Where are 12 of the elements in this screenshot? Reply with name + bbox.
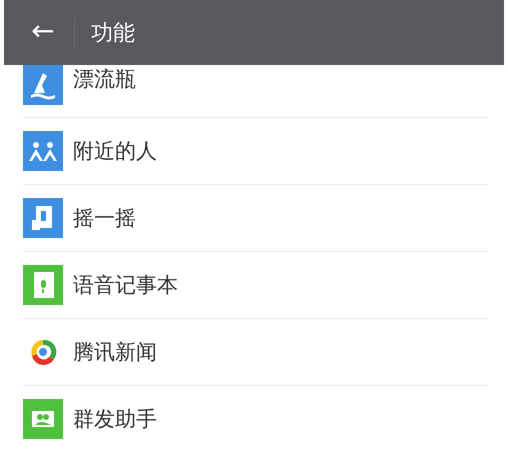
bottle-icon [23, 65, 63, 105]
back-button[interactable]: ← [28, 14, 58, 51]
people-board-icon [23, 399, 63, 439]
feature-item[interactable]: 语音记事本 [73, 271, 178, 299]
feature-item[interactable]: 漂流瓶 [73, 65, 136, 93]
page-title: 功能 [91, 20, 135, 48]
feature-item[interactable]: 附近的人 [73, 137, 157, 165]
feature-item[interactable]: 腾讯新闻 [73, 338, 157, 366]
microphone-notebook-icon [23, 265, 63, 305]
people-icon [23, 131, 63, 171]
feature-item[interactable]: 群发助手 [73, 405, 157, 433]
feature-item[interactable]: 摇一摇 [73, 204, 136, 232]
